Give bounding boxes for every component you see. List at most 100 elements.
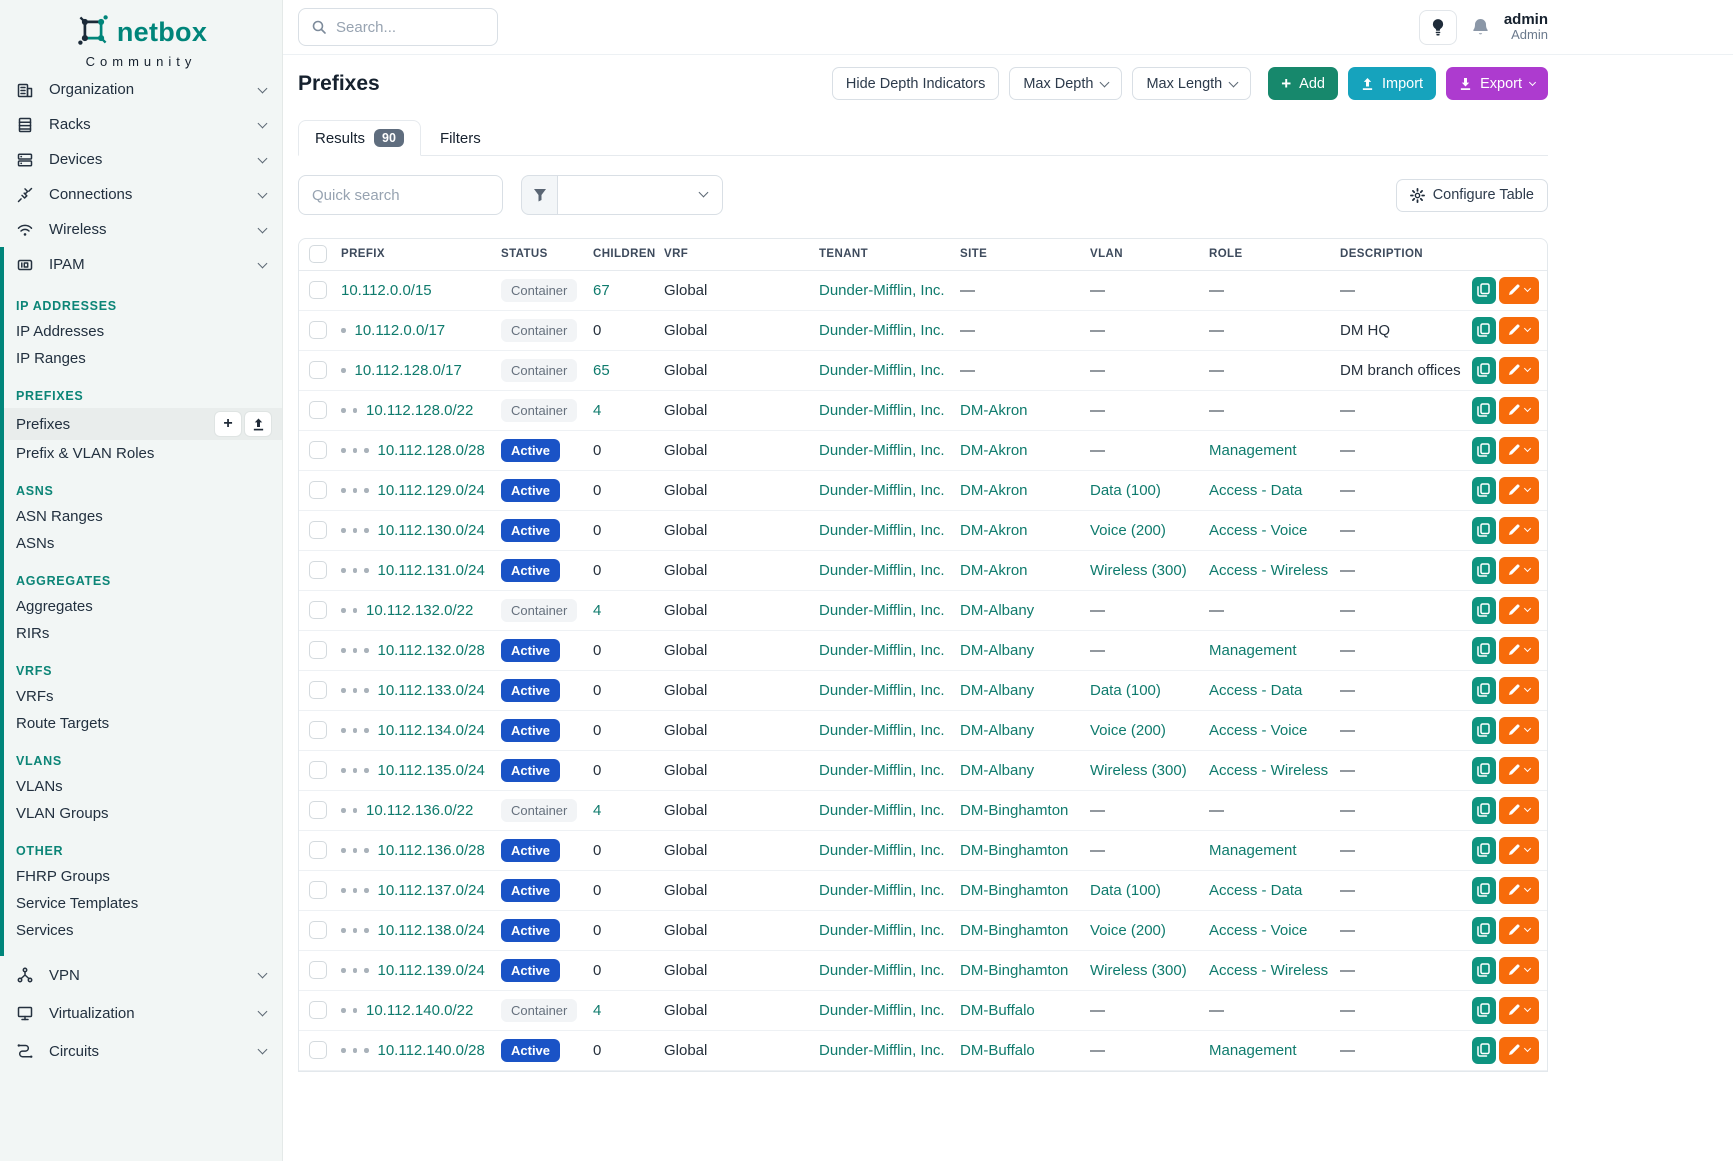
configure-table-button[interactable]: Configure Table <box>1396 179 1548 212</box>
site-link[interactable]: DM-Binghamton <box>960 922 1068 939</box>
tenant-link[interactable]: Dunder-Mifflin, Inc. <box>819 802 945 819</box>
sidebar-item-prefix-vlan-roles[interactable]: Prefix & VLAN Roles <box>4 440 282 467</box>
edit-button[interactable] <box>1499 917 1539 944</box>
vlan-link[interactable]: Data (100) <box>1090 682 1161 699</box>
prefix-link[interactable]: 10.112.128.0/22 <box>366 402 473 419</box>
user-menu[interactable]: admin Admin <box>1504 11 1548 43</box>
vlan-link[interactable]: Data (100) <box>1090 882 1161 899</box>
role-link[interactable]: Management <box>1209 442 1297 459</box>
prefix-link[interactable]: 10.112.0.0/17 <box>355 322 446 339</box>
tenant-link[interactable]: Dunder-Mifflin, Inc. <box>819 402 945 419</box>
tenant-link[interactable]: Dunder-Mifflin, Inc. <box>819 522 945 539</box>
column-header[interactable]: PREFIX <box>333 239 493 270</box>
tenant-link[interactable]: Dunder-Mifflin, Inc. <box>819 562 945 579</box>
clone-button[interactable] <box>1472 757 1496 784</box>
tenant-link[interactable]: Dunder-Mifflin, Inc. <box>819 962 945 979</box>
sidebar-item-asns[interactable]: ASNs <box>4 530 282 557</box>
prefix-link[interactable]: 10.112.136.0/22 <box>366 802 473 819</box>
children-link[interactable]: 65 <box>593 362 610 379</box>
site-link[interactable]: DM-Akron <box>960 482 1028 499</box>
children-link[interactable]: 67 <box>593 282 610 299</box>
tenant-link[interactable]: Dunder-Mifflin, Inc. <box>819 602 945 619</box>
sidebar-item-aggregates[interactable]: Aggregates <box>4 593 282 620</box>
hide-depth-indicators-button[interactable]: Hide Depth Indicators <box>832 67 999 100</box>
prefix-link[interactable]: 10.112.132.0/28 <box>378 642 485 659</box>
sidebar-item-vrfs[interactable]: VRFs <box>4 683 282 710</box>
clone-button[interactable] <box>1472 437 1496 464</box>
vlan-link[interactable]: Wireless (300) <box>1090 562 1187 579</box>
row-checkbox[interactable] <box>309 521 327 539</box>
edit-button[interactable] <box>1499 717 1539 744</box>
edit-button[interactable] <box>1499 1037 1539 1064</box>
site-link[interactable]: DM-Buffalo <box>960 1002 1035 1019</box>
sidebar-item-virtualization[interactable]: Virtualization <box>0 994 282 1032</box>
column-header[interactable]: DESCRIPTION <box>1332 239 1464 270</box>
children-link[interactable]: 4 <box>593 402 601 419</box>
saved-filter-select[interactable] <box>558 175 723 215</box>
prefix-link[interactable]: 10.112.139.0/24 <box>378 962 485 979</box>
role-link[interactable]: Access - Wireless <box>1209 762 1328 779</box>
prefix-link[interactable]: 10.112.134.0/24 <box>378 722 485 739</box>
clone-button[interactable] <box>1472 1037 1496 1064</box>
row-checkbox[interactable] <box>309 841 327 859</box>
sidebar-item-route-targets[interactable]: Route Targets <box>4 710 282 737</box>
sidebar-item-racks[interactable]: Racks <box>0 107 282 142</box>
tab-filters[interactable]: Filters <box>421 122 500 155</box>
row-checkbox[interactable] <box>309 561 327 579</box>
site-link[interactable]: DM-Akron <box>960 402 1028 419</box>
select-all-checkbox[interactable] <box>309 245 327 263</box>
edit-button[interactable] <box>1499 677 1539 704</box>
role-link[interactable]: Management <box>1209 842 1297 859</box>
tenant-link[interactable]: Dunder-Mifflin, Inc. <box>819 282 945 299</box>
edit-button[interactable] <box>1499 957 1539 984</box>
clone-button[interactable] <box>1472 597 1496 624</box>
row-checkbox[interactable] <box>309 441 327 459</box>
edit-button[interactable] <box>1499 277 1539 304</box>
sidebar-item-devices[interactable]: Devices <box>0 142 282 177</box>
role-link[interactable]: Access - Voice <box>1209 522 1307 539</box>
tab-results[interactable]: Results 90 <box>298 120 421 156</box>
clone-button[interactable] <box>1472 917 1496 944</box>
prefix-link[interactable]: 10.112.136.0/28 <box>378 842 485 859</box>
sidebar-item-vlan-groups[interactable]: VLAN Groups <box>4 800 282 827</box>
column-header[interactable]: CHILDREN <box>585 239 656 270</box>
clone-button[interactable] <box>1472 517 1496 544</box>
column-header[interactable]: ROLE <box>1201 239 1332 270</box>
role-link[interactable]: Access - Data <box>1209 482 1302 499</box>
sidebar-item-vpn[interactable]: VPN <box>0 956 282 994</box>
prefix-import-button[interactable] <box>244 411 272 437</box>
sidebar-item-vlans[interactable]: VLANs <box>4 773 282 800</box>
sidebar-item-asn-ranges[interactable]: ASN Ranges <box>4 503 282 530</box>
tenant-link[interactable]: Dunder-Mifflin, Inc. <box>819 722 945 739</box>
edit-button[interactable] <box>1499 517 1539 544</box>
tenant-link[interactable]: Dunder-Mifflin, Inc. <box>819 322 945 339</box>
site-link[interactable]: DM-Buffalo <box>960 1042 1035 1059</box>
prefix-link[interactable]: 10.112.140.0/22 <box>366 1002 473 1019</box>
sidebar-item-organization[interactable]: Organization <box>0 72 282 107</box>
site-link[interactable]: DM-Albany <box>960 762 1034 779</box>
clone-button[interactable] <box>1472 997 1496 1024</box>
sidebar-item-connections[interactable]: Connections <box>0 177 282 212</box>
site-link[interactable]: DM-Albany <box>960 642 1034 659</box>
role-link[interactable]: Access - Data <box>1209 682 1302 699</box>
site-link[interactable]: DM-Albany <box>960 722 1034 739</box>
children-link[interactable]: 4 <box>593 1002 601 1019</box>
tenant-link[interactable]: Dunder-Mifflin, Inc. <box>819 762 945 779</box>
clone-button[interactable] <box>1472 557 1496 584</box>
edit-button[interactable] <box>1499 637 1539 664</box>
clone-button[interactable] <box>1472 477 1496 504</box>
prefix-link[interactable]: 10.112.132.0/22 <box>366 602 473 619</box>
vlan-link[interactable]: Data (100) <box>1090 482 1161 499</box>
row-checkbox[interactable] <box>309 721 327 739</box>
role-link[interactable]: Access - Wireless <box>1209 962 1328 979</box>
children-link[interactable]: 4 <box>593 802 601 819</box>
clone-button[interactable] <box>1472 397 1496 424</box>
max-length-dropdown[interactable]: Max Length <box>1132 67 1251 100</box>
clone-button[interactable] <box>1472 957 1496 984</box>
sidebar-item-wireless[interactable]: Wireless <box>0 212 282 247</box>
role-link[interactable]: Management <box>1209 642 1297 659</box>
prefix-link[interactable]: 10.112.133.0/24 <box>378 682 485 699</box>
clone-button[interactable] <box>1472 277 1496 304</box>
row-checkbox[interactable] <box>309 1041 327 1059</box>
sidebar-item-services[interactable]: Services <box>4 917 282 944</box>
